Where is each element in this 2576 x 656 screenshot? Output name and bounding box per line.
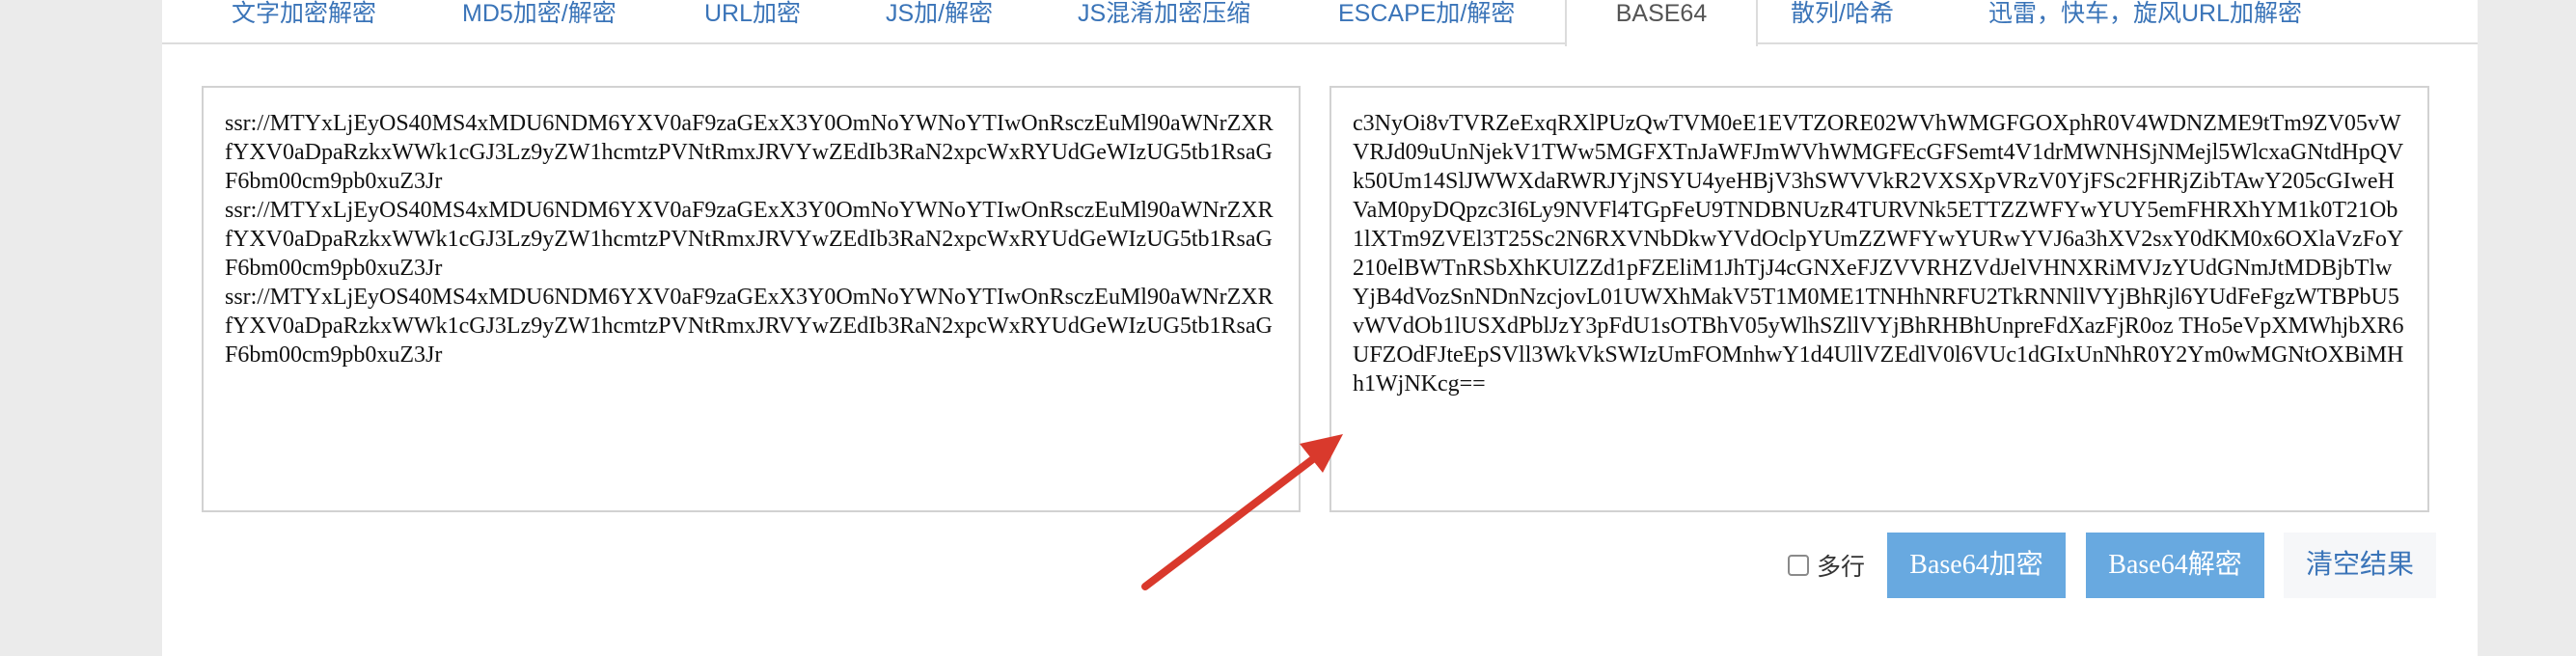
base64-encode-button[interactable]: Base64加密 — [1887, 533, 2066, 598]
tab-thunder-url[interactable]: 迅雷，快车，旋风URL加解密 — [1988, 0, 2302, 44]
tab-md5[interactable]: MD5加密/解密 — [462, 0, 617, 44]
tab-js[interactable]: JS加/解密 — [886, 0, 993, 44]
tab-text-encrypt[interactable]: 文字加密解密 — [232, 0, 376, 44]
tab-url[interactable]: URL加密 — [704, 0, 801, 44]
tab-bar: 文字加密解密 MD5加密/解密 URL加密 JS加/解密 JS混淆加密压缩 ES… — [162, 0, 2478, 46]
output-textarea[interactable]: c3NyOi8vTVRZeExqRXlPUzQwTVM0eE1EVTZORE02… — [1329, 86, 2429, 512]
tab-js-obfuscate[interactable]: JS混淆加密压缩 — [1078, 0, 1250, 44]
tab-hash[interactable]: 散列/哈希 — [1791, 0, 1894, 44]
multiline-toggle[interactable]: 多行 — [1788, 552, 1865, 581]
multiline-checkbox[interactable] — [1788, 555, 1809, 576]
base64-decode-button[interactable]: Base64解密 — [2086, 533, 2264, 598]
multiline-label: 多行 — [1817, 554, 1866, 581]
tab-base64[interactable]: BASE64 — [1565, 0, 1758, 46]
clear-result-button[interactable]: 清空结果 — [2284, 533, 2436, 598]
input-textarea[interactable]: ssr://MTYxLjEyOS40MS4xMDU6NDM6YXV0aF9zaG… — [202, 86, 1301, 512]
tab-escape[interactable]: ESCAPE加/解密 — [1338, 0, 1515, 44]
